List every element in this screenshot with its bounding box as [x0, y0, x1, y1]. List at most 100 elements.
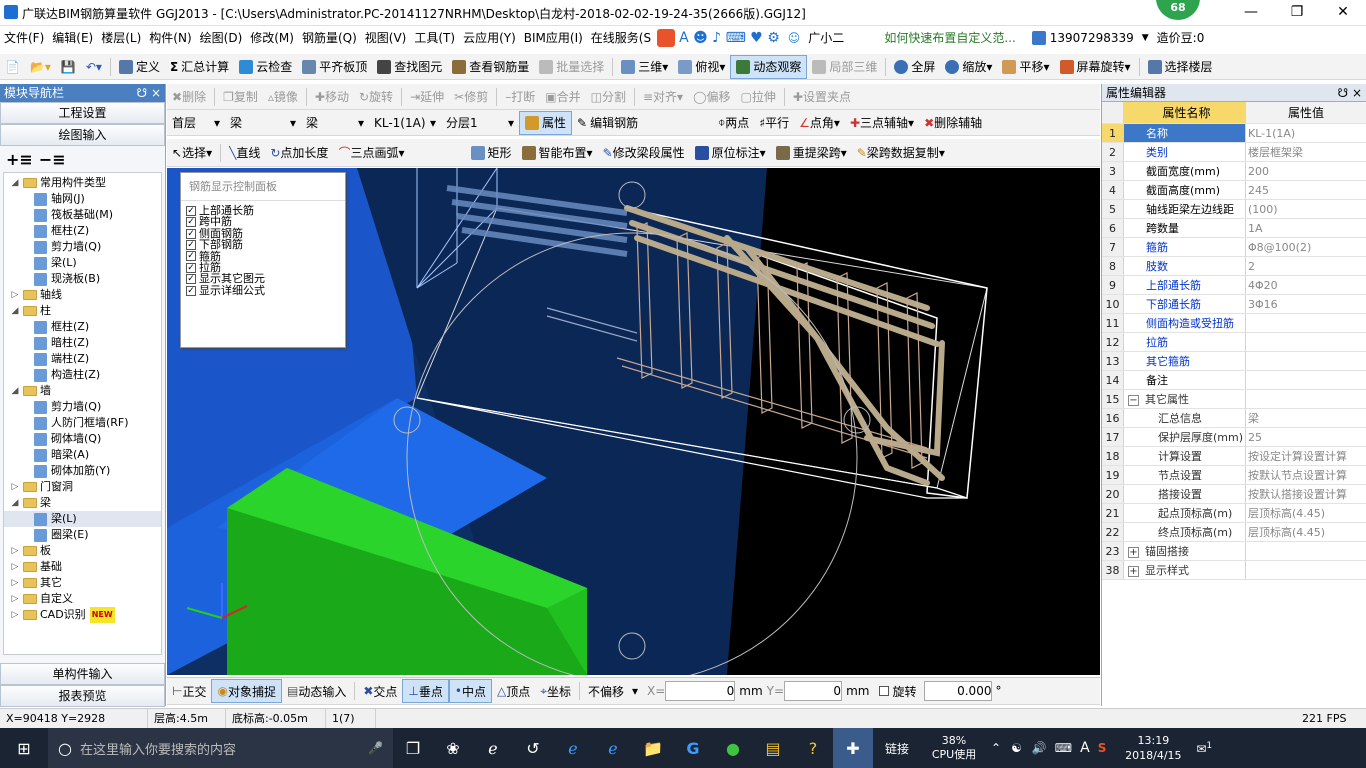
move-button[interactable]: ✚ 移动 — [310, 85, 354, 109]
tree-item[interactable]: 端柱(Z) — [4, 351, 161, 367]
tree-item[interactable]: 暗柱(Z) — [4, 335, 161, 351]
app-fan-icon[interactable]: ❀ — [433, 728, 473, 768]
property-row[interactable]: 16 汇总信息 梁 — [1102, 409, 1366, 428]
property-row[interactable]: 14 备注 — [1102, 371, 1366, 390]
network-icon[interactable]: ☯ — [1011, 741, 1022, 755]
drawing-input-button[interactable]: 绘图输入 — [0, 124, 165, 146]
ie-browser2-icon[interactable]: ℯ — [593, 728, 633, 768]
set-grip-button[interactable]: ✚ 设置夹点 — [788, 85, 856, 109]
property-value[interactable]: 1A — [1246, 219, 1364, 237]
volume-icon[interactable]: 🔊 — [1032, 741, 1047, 755]
property-row[interactable]: 10 下部通长筋 3Φ16 — [1102, 295, 1366, 314]
rebar-display-option[interactable]: ✓ 显示详细公式 — [186, 284, 345, 296]
align-button[interactable]: ≡ 对齐 ▾ — [638, 85, 688, 109]
keyboard-icon[interactable]: ⌨ — [1055, 741, 1072, 755]
component-type-select[interactable]: 梁 ▾ — [225, 111, 301, 135]
define-button[interactable]: 定义 — [114, 55, 165, 79]
property-value[interactable]: KL-1(1A) — [1246, 124, 1364, 142]
zoom-button[interactable]: 缩放 ▾ — [940, 55, 997, 79]
expand-icon[interactable]: ▷ — [10, 575, 20, 591]
three-point-arc-button[interactable]: ⌒ 三点画弧 ▾ — [333, 141, 409, 165]
component-subtype-select[interactable]: 梁 ▾ — [301, 111, 369, 135]
expand-icon[interactable]: ▷ — [10, 559, 20, 575]
property-row[interactable]: 6 跨数量 1A — [1102, 219, 1366, 238]
snap-perpendicular-button[interactable]: ⊥ 垂点 — [402, 679, 449, 703]
minimize-button[interactable]: — — [1228, 0, 1274, 26]
notification-center-icon[interactable]: ✉1 — [1196, 741, 1212, 756]
menu-rebar[interactable]: 钢筋量(Q) — [298, 26, 361, 50]
edge-browser-icon[interactable]: ℯ — [473, 728, 513, 768]
property-value[interactable] — [1246, 314, 1364, 332]
pin-icon[interactable]: ☋ × — [136, 84, 165, 102]
help-tip-link[interactable]: 如何快速布置自定义范... — [880, 26, 1019, 50]
ime-indicator[interactable]: A — [1080, 740, 1090, 756]
tree-item[interactable]: 梁(L) — [4, 511, 161, 527]
property-row[interactable]: 2 类别 楼层框架梁 — [1102, 143, 1366, 162]
property-value[interactable]: 按设定计算设置计算 — [1246, 447, 1364, 465]
tree-item[interactable]: 框柱(Z) — [4, 223, 161, 239]
property-value[interactable]: 2 — [1246, 257, 1364, 275]
new-file-icon[interactable]: 📄 — [0, 55, 25, 79]
tree-folder[interactable]: ◢ 梁 — [4, 495, 161, 511]
property-value[interactable]: 3Φ16 — [1246, 295, 1364, 313]
ime-toolbar[interactable]: A ☻ ♪ ⌨ ♥ ⚙ — [675, 26, 784, 50]
point-plus-length-button[interactable]: ↻ 点加长度 — [265, 141, 333, 165]
expand-icon[interactable]: ▷ — [10, 479, 20, 495]
property-row[interactable]: 17 保护层厚度(mm) 25 — [1102, 428, 1366, 447]
extend-button[interactable]: ⇥ 延伸 — [405, 85, 449, 109]
undo-icon[interactable]: ↶▾ — [81, 55, 107, 79]
snap-midpoint-button[interactable]: • 中点 — [448, 679, 492, 703]
split-button[interactable]: ◫ 分割 — [586, 85, 631, 109]
tree-folder[interactable]: ▷ 轴线 — [4, 287, 161, 303]
property-value[interactable] — [1246, 333, 1364, 351]
cloud-check-button[interactable]: 云检查 — [234, 55, 297, 79]
offset-button[interactable]: ◯ 偏移 — [688, 85, 735, 109]
property-row[interactable]: 3 截面宽度(mm) 200 — [1102, 162, 1366, 181]
property-row[interactable]: 18 计算设置 按设定计算设置计算 — [1102, 447, 1366, 466]
property-value[interactable]: (100) — [1246, 200, 1364, 218]
menu-file[interactable]: 文件(F) — [0, 26, 48, 50]
checkbox[interactable]: ✓ — [186, 262, 196, 273]
help-app-icon[interactable]: ? — [793, 728, 833, 768]
rectangle-button[interactable]: 矩形 — [466, 141, 517, 165]
tree-item[interactable]: 筏板基础(M) — [4, 207, 161, 223]
local-3d-button[interactable]: 局部三维 — [807, 55, 882, 79]
parallel-axis-button[interactable]: ♯ 平行 — [754, 111, 794, 135]
batch-select-button[interactable]: 批量选择 — [534, 55, 609, 79]
checkbox[interactable]: ✓ — [186, 285, 196, 296]
expand-icon[interactable]: + — [1128, 547, 1139, 558]
property-row[interactable]: 11 侧面构造或受扭筋 — [1102, 314, 1366, 333]
menu-modify[interactable]: 修改(M) — [246, 26, 298, 50]
property-value[interactable] — [1246, 390, 1364, 408]
expand-icon[interactable]: + — [1128, 566, 1139, 577]
ggj-app-icon[interactable]: ✚ — [833, 728, 873, 768]
collapse-icon[interactable]: ◢ — [10, 495, 20, 511]
tree-folder[interactable]: ◢ 墙 — [4, 383, 161, 399]
property-row[interactable]: 22 终点顶标高(m) 层顶标高(4.45) — [1102, 523, 1366, 542]
notification-badge[interactable]: 68 — [1156, 0, 1200, 20]
snap-intersection-button[interactable]: ✖ 交点 — [358, 679, 402, 703]
snap-vertex-button[interactable]: △ 顶点 — [492, 679, 535, 703]
pin-close-icon[interactable]: ☋ × — [1337, 84, 1366, 102]
save-icon[interactable]: 💾 — [56, 55, 81, 79]
property-value[interactable]: 楼层框架梁 — [1246, 143, 1364, 161]
summary-calc-button[interactable]: Σ 汇总计算 — [165, 55, 234, 79]
tree-folder[interactable]: ▷ 自定义 — [4, 591, 161, 607]
menu-cloud[interactable]: 云应用(Y) — [459, 26, 520, 50]
find-element-button[interactable]: 查找图元 — [372, 55, 447, 79]
select-floor-button[interactable]: 选择楼层 — [1143, 55, 1218, 79]
tree-folder[interactable]: ◢ 柱 — [4, 303, 161, 319]
property-row[interactable]: 21 起点顶标高(m) 层顶标高(4.45) — [1102, 504, 1366, 523]
three-point-axis-button[interactable]: ✚ 三点辅轴 ▾ — [845, 111, 919, 135]
point-angle-button[interactable]: ∠ 点角 ▾ — [794, 111, 845, 135]
rotate-input[interactable] — [924, 681, 993, 701]
ortho-button[interactable]: ⊢ 正交 — [167, 679, 211, 703]
tree-item[interactable]: 现浇板(B) — [4, 271, 161, 287]
app-swirl-icon[interactable]: ↺ — [513, 728, 553, 768]
menu-view[interactable]: 视图(V) — [361, 26, 411, 50]
rebar-display-option[interactable]: ✓ 下部钢筋 — [186, 239, 345, 251]
property-value[interactable]: 245 — [1246, 181, 1364, 199]
stretch-button[interactable]: ▢ 拉伸 — [736, 85, 781, 109]
tree-item[interactable]: 剪力墙(Q) — [4, 399, 161, 415]
property-row[interactable]: 19 节点设置 按默认节点设置计算 — [1102, 466, 1366, 485]
